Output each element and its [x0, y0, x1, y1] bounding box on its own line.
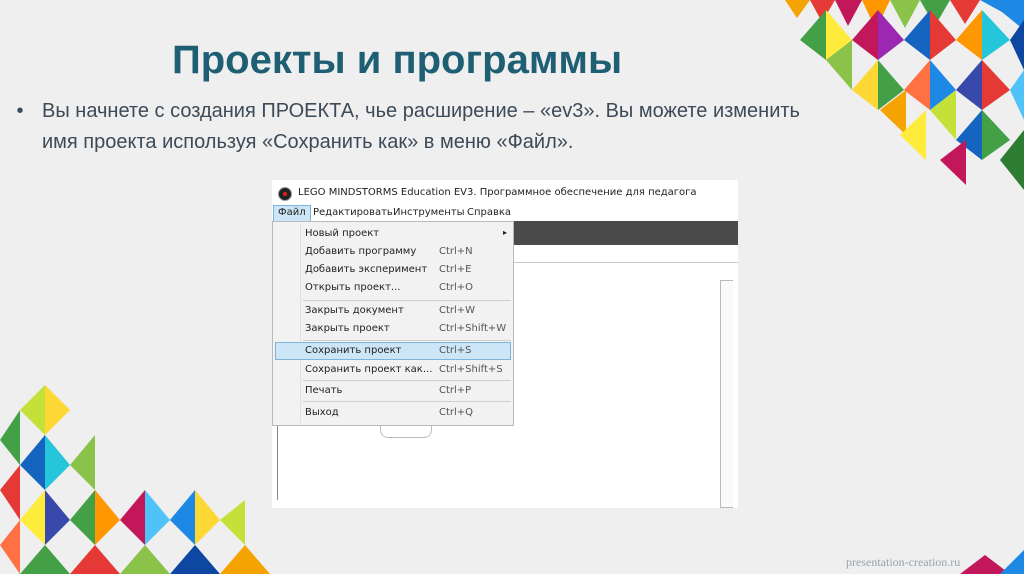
menu-item-shortcut: Ctrl+W	[439, 305, 476, 316]
menu-item-shortcut: Ctrl+Shift+W	[439, 323, 507, 334]
side-panel	[720, 280, 733, 508]
menu-item-add-experiment[interactable]: Добавить эксперимент Ctrl+E	[275, 261, 511, 279]
menu-item-save-project-as[interactable]: Сохранить проект как... Ctrl+Shift+S	[275, 361, 511, 379]
menu-item-print[interactable]: Печать Ctrl+P	[275, 382, 511, 400]
menu-edit[interactable]: Редактировать	[313, 207, 393, 218]
menu-item-exit[interactable]: Выход Ctrl+Q	[275, 404, 511, 422]
menu-item-label: Выход	[305, 407, 339, 418]
tab-strip	[514, 245, 738, 263]
software-screenshot: LEGO MINDSTORMS Education EV3. Программн…	[272, 180, 738, 508]
menu-item-save-project[interactable]: Сохранить проект Ctrl+S	[275, 342, 511, 360]
menu-item-shortcut: Ctrl+P	[439, 385, 472, 396]
menu-item-label: Закрыть документ	[305, 305, 404, 316]
menu-item-shortcut: Ctrl+S	[439, 345, 472, 356]
menu-item-close-document[interactable]: Закрыть документ Ctrl+W	[275, 302, 511, 320]
menu-item-open-project[interactable]: Открыть проект... Ctrl+O	[275, 279, 511, 297]
menu-tools[interactable]: Инструменты	[393, 207, 465, 218]
menu-item-label: Закрыть проект	[305, 323, 390, 334]
watermark: presentation-creation.ru	[846, 555, 961, 569]
slide-title: Проекты и программы	[172, 38, 623, 82]
menu-item-shortcut: Ctrl+E	[439, 264, 472, 275]
menu-separator	[303, 401, 511, 402]
menu-item-label: Добавить программу	[305, 246, 417, 257]
menu-item-shortcut: Ctrl+Q	[439, 407, 474, 418]
menu-item-label: Сохранить проект как...	[305, 364, 433, 375]
menu-separator	[303, 300, 511, 301]
menu-file[interactable]: Файл	[273, 205, 311, 222]
menu-item-label: Добавить эксперимент	[305, 264, 428, 275]
toolbar	[514, 221, 738, 245]
app-logo-icon	[278, 187, 292, 201]
menu-help[interactable]: Справка	[467, 207, 511, 218]
canvas-border	[277, 420, 278, 500]
menu-separator	[303, 340, 511, 341]
menu-item-add-program[interactable]: Добавить программу Ctrl+N	[275, 243, 511, 261]
menu-bar: Файл Редактировать Инструменты Справка	[272, 205, 738, 222]
menu-separator	[303, 380, 511, 381]
submenu-arrow-icon: ▸	[503, 228, 508, 237]
menu-item-shortcut: Ctrl+O	[439, 282, 474, 293]
menu-item-label: Открыть проект...	[305, 282, 401, 293]
menu-item-new-project[interactable]: Новый проект ▸	[275, 225, 511, 243]
menu-item-label: Печать	[305, 385, 343, 396]
menu-item-label: Новый проект	[305, 228, 380, 239]
window-title: LEGO MINDSTORMS Education EV3. Программн…	[298, 187, 697, 198]
menu-item-close-project[interactable]: Закрыть проект Ctrl+Shift+W	[275, 320, 511, 338]
menu-item-shortcut: Ctrl+N	[439, 246, 473, 257]
bullet-text: Вы начнете с создания ПРОЕКТА, чье расши…	[42, 100, 800, 153]
menu-item-shortcut: Ctrl+Shift+S	[439, 364, 503, 375]
bullet-marker: •	[16, 100, 24, 122]
menu-item-label: Сохранить проект	[305, 345, 402, 356]
file-menu-dropdown: Новый проект ▸ Добавить программу Ctrl+N…	[272, 221, 514, 426]
window-titlebar: LEGO MINDSTORMS Education EV3. Программн…	[272, 180, 738, 205]
